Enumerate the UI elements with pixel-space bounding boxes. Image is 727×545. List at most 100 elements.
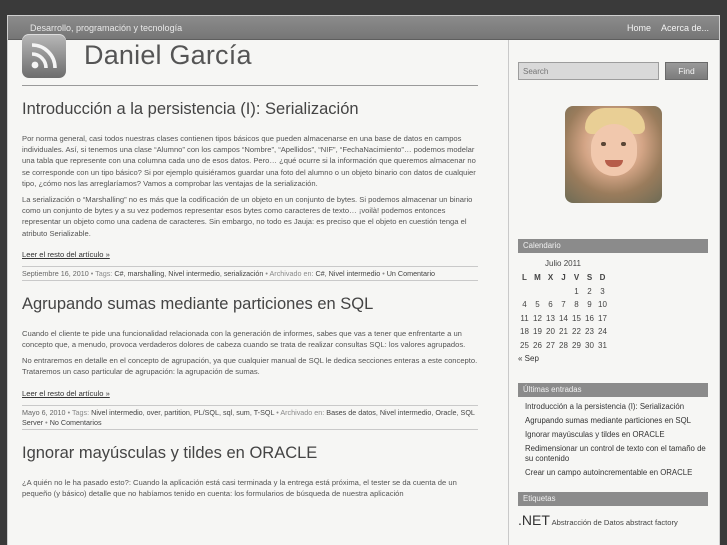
calendar: Julio 2011 LMXJVSD 1 2 3 4 5 6 7 8 9 10 11 12 13 14 15… — [518, 259, 708, 363]
calendar-day: 28 — [559, 340, 568, 350]
sidebar: Find Calendario Julio 2011 LMXJVSD 12345… — [518, 62, 708, 528]
calendar-day: 10 — [598, 300, 607, 310]
calendar-day: 5 — [535, 300, 540, 310]
calendar-day: 25 — [520, 340, 529, 350]
calendar-day — [531, 285, 544, 299]
archived-label: Archivado en: — [269, 268, 314, 278]
tag-link[interactable]: T-SQL — [254, 408, 275, 417]
post-3: Ignorar mayúsculas y tildes en ORACLE ¿A… — [22, 444, 478, 499]
tag-link[interactable]: Abstracción de Datos abstract factory — [552, 518, 678, 527]
calendar-day: 1 — [574, 286, 579, 296]
calendar-day: 3 — [600, 286, 605, 296]
calendar-day — [544, 285, 557, 299]
post-title[interactable]: Agrupando sumas mediante particiones en … — [22, 295, 478, 314]
nav-home-link[interactable]: Home — [627, 23, 651, 33]
tag-link[interactable]: serialización — [224, 269, 264, 278]
calendar-weekday: D — [599, 273, 606, 283]
calendar-day: 27 — [546, 340, 555, 350]
tag-link[interactable]: Nivel intermedio — [91, 408, 143, 417]
calendar-day: 15 — [572, 313, 581, 323]
post-title[interactable]: Introducción a la persistencia (I): Seri… — [22, 100, 478, 119]
calendar-weekday: M — [534, 273, 541, 283]
calendar-day: 19 — [533, 327, 542, 337]
calendar-day: 29 — [572, 340, 581, 350]
category-link[interactable]: Nivel intermedio — [380, 408, 432, 417]
tag-link[interactable]: sql — [223, 408, 232, 417]
calendar-day: 8 — [574, 300, 579, 310]
list-item: Redimensionar un control de texto con el… — [525, 444, 708, 464]
read-more-link[interactable]: Leer el resto del artículo » — [22, 389, 110, 398]
calendar-day: 14 — [559, 313, 568, 323]
calendar-day: 6 — [548, 300, 553, 310]
recent-post-link[interactable]: Introducción a la persistencia (I): Seri… — [525, 402, 684, 411]
list-item: Crear un campo autoincrementable en ORAC… — [525, 468, 708, 478]
post-meta: Septiembre 16, 2010 • Tags: C#, marshall… — [22, 265, 478, 281]
recent-post-link[interactable]: Redimensionar un control de texto con el… — [525, 444, 706, 463]
rss-icon[interactable] — [22, 33, 66, 78]
calendar-day: 7 — [561, 300, 566, 310]
tags-label: Tags: — [71, 407, 90, 417]
recent-post-link[interactable]: Agrupando sumas mediante particiones en … — [525, 416, 691, 425]
find-button[interactable]: Find — [665, 62, 708, 80]
tags-title: Etiquetas — [518, 492, 708, 506]
category-link[interactable]: Bases de datos — [326, 408, 376, 417]
calendar-day — [518, 285, 531, 299]
calendar-day: 31 — [598, 340, 607, 350]
post-2: Agrupando sumas mediante particiones en … — [22, 295, 478, 430]
category-link[interactable]: Oracle — [435, 408, 456, 417]
tag-link[interactable]: partition — [164, 408, 190, 417]
post-paragraph: La serialización o “Marshalling” no es m… — [22, 195, 473, 238]
nav-about-link[interactable]: Acerca de... — [661, 23, 709, 33]
top-nav: Home Acerca de... — [627, 23, 709, 33]
calendar-day: 22 — [572, 327, 581, 337]
site-header: Daniel García — [22, 26, 478, 86]
list-item: Ignorar mayúsculas y tildes en ORACLE — [525, 430, 708, 440]
calendar-day: 9 — [587, 300, 592, 310]
tag-link[interactable]: .NET — [518, 512, 550, 528]
site-title[interactable]: Daniel García — [84, 40, 252, 71]
comments-link[interactable]: Un Comentario — [387, 269, 435, 278]
calendar-weekday: V — [573, 273, 580, 283]
calendar-day: 13 — [546, 313, 555, 323]
category-link[interactable]: C# — [315, 269, 324, 278]
recent-post-link[interactable]: Crear un campo autoincrementable en ORAC… — [525, 468, 692, 477]
category-link[interactable]: Nivel intermedio — [329, 269, 381, 278]
calendar-weekday: L — [522, 273, 527, 283]
post-title[interactable]: Ignorar mayúsculas y tildes en ORACLE — [22, 444, 478, 463]
calendar-day: 21 — [559, 327, 568, 337]
calendar-month: Julio 2011 — [545, 259, 581, 268]
calendar-day: 11 — [520, 313, 529, 323]
read-more-link[interactable]: Leer el resto del artículo » — [22, 250, 110, 259]
calendar-day: 2 — [587, 286, 592, 296]
archived-label: Archivado en: — [280, 407, 325, 417]
calendar-day — [557, 285, 570, 299]
post-date: Mayo 6, 2010 — [22, 407, 66, 417]
tags-label: Tags: — [95, 268, 113, 278]
calendar-title: Calendario — [518, 239, 708, 253]
calendar-day: 17 — [598, 313, 607, 323]
recent-post-link[interactable]: Ignorar mayúsculas y tildes en ORACLE — [525, 430, 665, 439]
post-paragraph: No entraremos en detalle en el concepto … — [22, 356, 478, 377]
post-date: Septiembre 16, 2010 — [22, 268, 89, 278]
calendar-day: 12 — [533, 313, 542, 323]
post-paragraph: Cuando el cliente te pide una funcionali… — [22, 328, 466, 350]
tag-link[interactable]: PL/SQL — [194, 408, 219, 417]
main-column: Daniel García Introducción a la persiste… — [22, 26, 478, 504]
tag-link[interactable]: C# — [114, 269, 123, 278]
tag-link[interactable]: Nivel intermedio — [168, 269, 220, 278]
recent-list: Introducción a la persistencia (I): Seri… — [518, 402, 708, 478]
calendar-widget: Calendario Julio 2011 LMXJVSD 1234567891… — [518, 239, 708, 363]
search-input[interactable] — [518, 62, 659, 80]
calendar-day: 18 — [520, 327, 529, 337]
calendar-day: 20 — [546, 327, 555, 337]
calendar-prev-link[interactable]: « Sep — [518, 354, 539, 363]
column-divider — [508, 40, 509, 545]
tag-link[interactable]: marshalling — [128, 269, 165, 278]
post-meta: Mayo 6, 2010 • Tags: Nivel intermedio, o… — [22, 404, 478, 430]
comments-link[interactable]: No Comentarios — [50, 418, 102, 427]
post-paragraph: ¿A quién no le ha pasado esto?: Cuando l… — [22, 477, 457, 498]
tag-link[interactable]: over — [147, 408, 161, 417]
list-item: Introducción a la persistencia (I): Seri… — [525, 402, 708, 412]
tag-link[interactable]: sum — [236, 408, 250, 417]
calendar-day: 30 — [585, 340, 594, 350]
